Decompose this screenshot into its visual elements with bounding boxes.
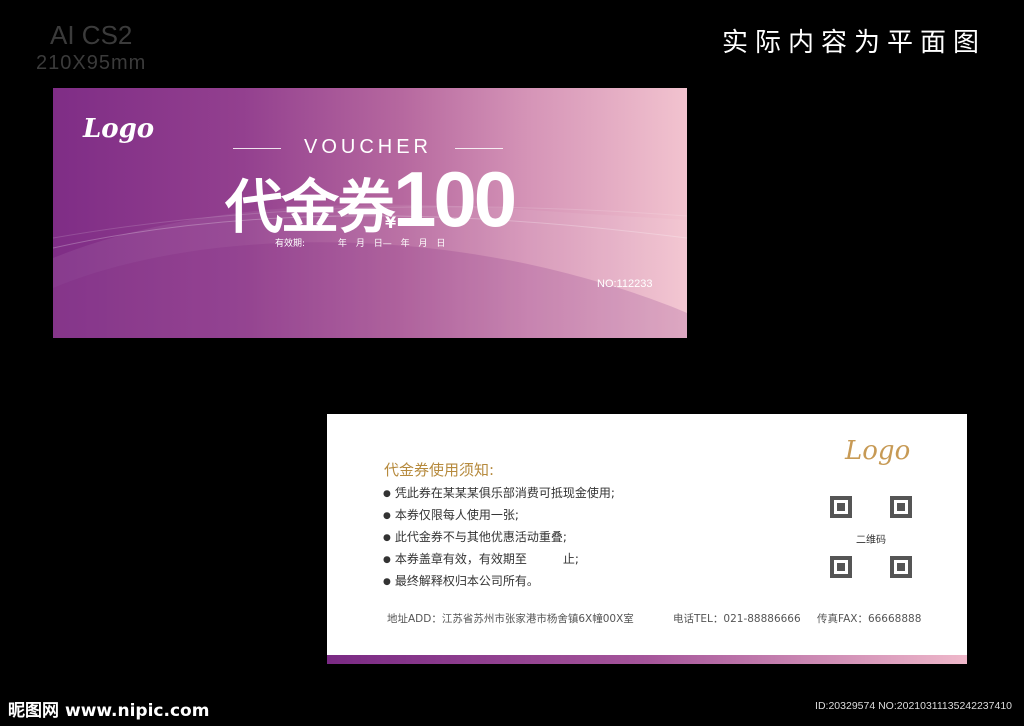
rule-item: 凭此券在某某某俱乐部消费可抵现金使用; <box>383 482 615 504</box>
fax: 传真FAX：66668888 <box>817 613 922 625</box>
validity-day-start: 日— <box>373 239 392 249</box>
software-version: AI CS2 <box>50 20 133 50</box>
rules-title: 代金券使用须知: <box>384 461 495 479</box>
logo-back: Logo <box>845 436 911 466</box>
site-watermark: 昵图网 www.nipic.com <box>8 696 209 721</box>
voucher-title: 代金券 <box>225 173 395 241</box>
qr-label: 二维码 <box>856 535 886 546</box>
print-size: 210X95mm <box>36 52 147 74</box>
address: 地址ADD：江苏省苏州市张家港市杨舍镇6X幢00X室 <box>387 613 634 625</box>
validity-month-start: 月 <box>355 239 365 249</box>
preview-note: 实际内容为平面图 <box>721 28 986 58</box>
rules-list: 凭此券在某某某俱乐部消费可抵现金使用; 本券仅限每人使用一张; 此代金券不与其他… <box>383 482 615 592</box>
qr-corner-icon <box>890 496 912 518</box>
qr-corner-icon <box>830 496 852 518</box>
gradient-bar <box>327 655 967 664</box>
rule-item: 本券仅限每人使用一张; <box>383 504 615 526</box>
voucher-back: Logo 代金券使用须知: 凭此券在某某某俱乐部消费可抵现金使用; 本券仅限每人… <box>327 414 967 664</box>
telephone: 电话TEL：021-88886666 <box>673 613 801 625</box>
validity-period: 有效期: 年 月 日— 年 月 日 <box>275 236 451 249</box>
serial-number: NO:112233 <box>597 278 653 290</box>
qr-corner-icon <box>830 556 852 578</box>
image-id: ID:20329574 NO:20210311135242237410 <box>815 700 1012 712</box>
rule-item: 此代金券不与其他优惠活动重叠; <box>383 526 615 548</box>
validity-day-end: 日 <box>436 239 446 249</box>
site-url: www.nipic.com <box>65 701 210 721</box>
qr-code-placeholder: 二维码 <box>830 496 912 578</box>
rule-item: 本券盖章有效，有效期至 止; <box>383 548 615 570</box>
logo-front: Logo <box>83 114 155 144</box>
validity-year-start: 年 <box>337 239 347 249</box>
validity-year-end: 年 <box>400 239 410 249</box>
validity-month-end: 月 <box>418 239 428 249</box>
voucher-front: Logo VOUCHER 代金券 ¥ 100 有效期: 年 月 日— 年 月 日… <box>53 88 687 338</box>
voucher-amount: 100 <box>393 155 517 243</box>
site-logo: 昵图网 <box>8 701 59 721</box>
qr-corner-icon <box>890 556 912 578</box>
validity-label: 有效期: <box>275 239 306 249</box>
rule-item: 最终解释权归本公司所有。 <box>383 570 615 592</box>
